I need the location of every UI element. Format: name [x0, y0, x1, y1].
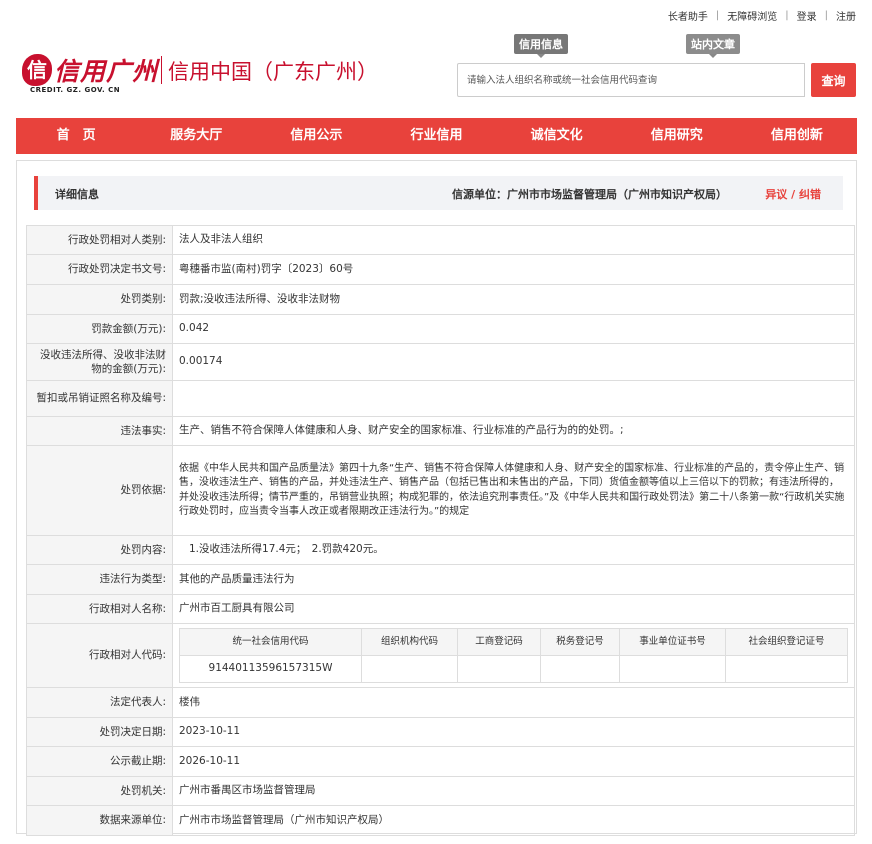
nav-credit-publicity[interactable]: 信用公示 [256, 118, 376, 154]
field-value: 2026-10-11 [172, 746, 855, 777]
field-value: 广州市市场监督管理局（广州市知识产权局） [172, 805, 855, 836]
code-header: 统一社会信用代码 [179, 628, 362, 656]
register-link[interactable]: 注册 [836, 8, 856, 23]
site-logo[interactable]: 信 信用广州 CREDIT. GZ. GOV. CN 信用中国（广东广州） [18, 50, 378, 100]
field-label: 处罚依据: [26, 445, 173, 536]
logo-domain: CREDIT. GZ. GOV. CN [30, 86, 121, 94]
code-header: 工商登记码 [457, 628, 541, 656]
code-header: 税务登记号 [540, 628, 620, 656]
field-label: 处罚机关: [26, 776, 173, 806]
detail-panel: 详细信息 信源单位：广州市市场监督管理局（广州市知识产权局） 异议 / 纠错 行… [16, 160, 857, 836]
code-value [540, 655, 620, 683]
objection-link[interactable]: 异议 / 纠错 [765, 186, 821, 202]
field-value: 广州市百工厨具有限公司 [172, 594, 855, 624]
nav-credit-innovation[interactable]: 信用创新 [737, 118, 857, 154]
search-button[interactable]: 查询 [811, 63, 856, 97]
table-row: 处罚决定日期: 2023-10-11 [26, 717, 855, 747]
field-label: 处罚决定日期: [26, 717, 173, 747]
table-row: 公示截止期: 2026-10-11 [26, 746, 855, 777]
field-value: 0.042 [172, 314, 855, 344]
table-row: 行政处罚相对人类别: 法人及非法人组织 [26, 225, 855, 255]
field-value: 其他的产品质量违法行为 [172, 564, 855, 595]
table-row: 罚款金额(万元): 0.042 [26, 314, 855, 344]
detail-source: 信源单位：广州市市场监督管理局（广州市知识产权局） [452, 188, 727, 201]
field-label: 行政处罚决定书文号: [26, 254, 173, 285]
table-row: 暂扣或吊销证照名称及编号: [26, 380, 855, 417]
detail-title: 详细信息 [55, 188, 99, 201]
search-tabs: 信用信息 站内文章 [514, 34, 740, 58]
accessible-browse-link[interactable]: 无障碍浏览 [727, 8, 777, 23]
field-label: 没收违法所得、没收非法财物的金额(万元): [26, 343, 173, 381]
field-label: 行政处罚相对人类别: [26, 225, 173, 255]
penalty-info-table: 行政处罚相对人类别: 法人及非法人组织 行政处罚决定书文号: 粤穗番市监(南村)… [26, 225, 855, 836]
logo-name: 信用广州 [54, 57, 159, 86]
codes-table: 统一社会信用代码 组织机构代码 工商登记码 税务登记号 事业单位证书号 社会组织… [179, 628, 848, 683]
table-row: 处罚内容: 1.没收违法所得17.4元； 2.罚款420元。 [26, 535, 855, 565]
table-row: 数据来源单位: 广州市市场监督管理局（广州市知识产权局） [26, 805, 855, 836]
field-label: 处罚类别: [26, 284, 173, 315]
table-row: 处罚依据: 依据《中华人民共和国产品质量法》第四十九条“生产、销售不符合保障人体… [26, 445, 855, 536]
field-label: 违法事实: [26, 416, 173, 446]
field-value: 粤穗番市监(南村)罚字〔2023〕60号 [172, 254, 855, 285]
detail-header: 详细信息 信源单位：广州市市场监督管理局（广州市知识产权局） 异议 / 纠错 [34, 176, 843, 210]
code-value [361, 655, 458, 683]
table-row: 处罚类别: 罚款;没收违法所得、没收非法财物 [26, 284, 855, 315]
nav-industry-credit[interactable]: 行业信用 [376, 118, 496, 154]
logo-subtitle: 信用中国（广东广州） [168, 60, 378, 84]
field-value: 广州市番禺区市场监督管理局 [172, 776, 855, 806]
logo-mark-icon: 信 [22, 54, 52, 86]
login-link[interactable]: 登录 [797, 8, 817, 23]
field-value: 0.00174 [172, 343, 855, 381]
top-links: 长者助手 | 无障碍浏览 | 登录 | 注册 [668, 8, 856, 23]
nav-home[interactable]: 首 页 [16, 118, 136, 154]
tab-site-articles[interactable]: 站内文章 [686, 34, 740, 58]
codes-header-row: 统一社会信用代码 组织机构代码 工商登记码 税务登记号 事业单位证书号 社会组织… [179, 628, 848, 656]
divider: | [715, 10, 720, 21]
field-label: 行政相对人名称: [26, 594, 173, 624]
nav-integrity-culture[interactable]: 诚信文化 [497, 118, 617, 154]
table-row: 没收违法所得、没收非法财物的金额(万元): 0.00174 [26, 343, 855, 381]
code-value [457, 655, 541, 683]
table-row: 处罚机关: 广州市番禺区市场监督管理局 [26, 776, 855, 806]
code-value [619, 655, 726, 683]
codes-value-row: 91440113596157315W [179, 655, 848, 683]
table-row: 法定代表人: 楼伟 [26, 687, 855, 718]
field-value: 罚款;没收违法所得、没收非法财物 [172, 284, 855, 315]
field-label: 违法行为类型: [26, 564, 173, 595]
field-label: 法定代表人: [26, 687, 173, 718]
divider: | [824, 10, 828, 21]
codes-cell: 统一社会信用代码 组织机构代码 工商登记码 税务登记号 事业单位证书号 社会组织… [172, 623, 855, 688]
table-row: 违法行为类型: 其他的产品质量违法行为 [26, 564, 855, 595]
field-value: 依据《中华人民共和国产品质量法》第四十九条“生产、销售不符合保障人体健康和人身、… [172, 445, 855, 536]
table-row: 行政相对人名称: 广州市百工厨具有限公司 [26, 594, 855, 624]
logo-divider [161, 56, 162, 84]
field-value: 1.没收违法所得17.4元； 2.罚款420元。 [172, 535, 855, 565]
main-nav: 首 页 服务大厅 信用公示 行业信用 诚信文化 信用研究 信用创新 [16, 118, 857, 154]
field-label: 罚款金额(万元): [26, 314, 173, 344]
field-value: 2023-10-11 [172, 717, 855, 747]
field-value: 生产、销售不符合保障人体健康和人身、财产安全的国家标准、行业标准的产品行为的的处… [172, 416, 855, 446]
code-header: 组织机构代码 [361, 628, 458, 656]
field-value [172, 380, 855, 417]
table-row: 行政处罚决定书文号: 粤穗番市监(南村)罚字〔2023〕60号 [26, 254, 855, 285]
code-value [725, 655, 848, 683]
elder-assistant-link[interactable]: 长者助手 [668, 8, 708, 23]
field-label: 行政相对人代码: [26, 623, 173, 688]
search-input[interactable] [457, 63, 805, 97]
field-value: 楼伟 [172, 687, 855, 718]
nav-credit-research[interactable]: 信用研究 [617, 118, 737, 154]
field-label: 数据来源单位: [26, 805, 173, 836]
code-value: 91440113596157315W [179, 655, 362, 683]
code-header: 事业单位证书号 [619, 628, 726, 656]
table-row: 行政相对人代码: 统一社会信用代码 组织机构代码 工商登记码 税务登记号 事业单… [26, 623, 855, 688]
field-value: 法人及非法人组织 [172, 225, 855, 255]
code-header: 社会组织登记证号 [725, 628, 848, 656]
field-label: 处罚内容: [26, 535, 173, 565]
divider: | [785, 10, 789, 21]
field-label: 公示截止期: [26, 746, 173, 777]
tab-credit-info[interactable]: 信用信息 [514, 34, 568, 58]
table-row: 违法事实: 生产、销售不符合保障人体健康和人身、财产安全的国家标准、行业标准的产… [26, 416, 855, 446]
field-label: 暂扣或吊销证照名称及编号: [26, 380, 173, 417]
nav-service-hall[interactable]: 服务大厅 [136, 118, 256, 154]
